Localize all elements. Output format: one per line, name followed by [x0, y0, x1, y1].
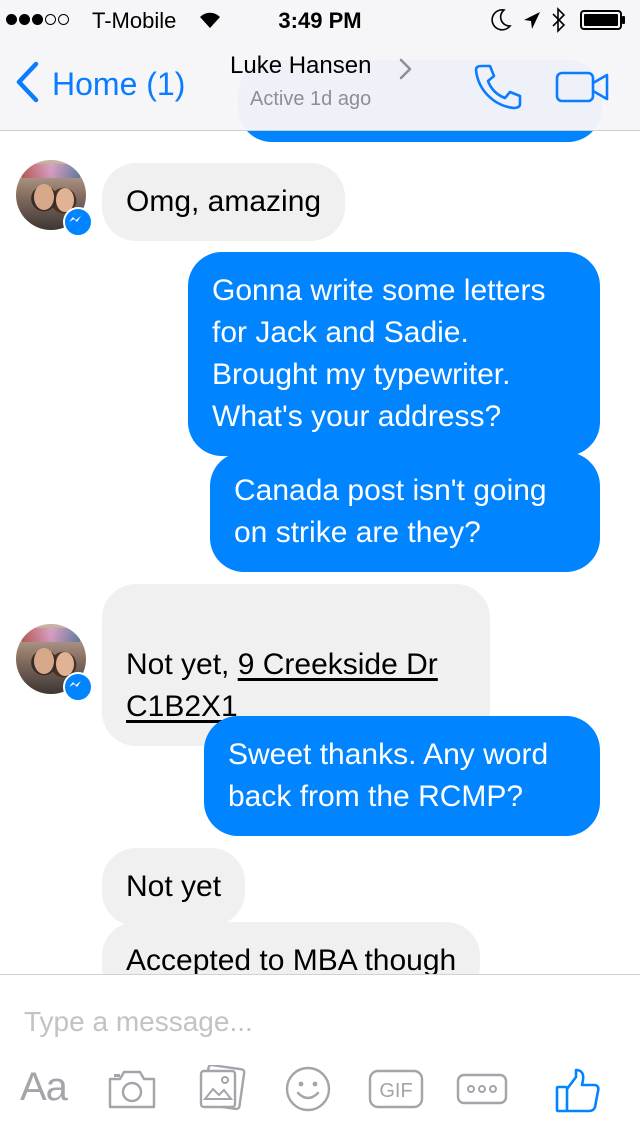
message-composer: Aa GIF — [0, 974, 640, 1137]
message-bubble-outgoing[interactable]: Canada post isn't going on strike are th… — [210, 452, 600, 572]
bluetooth-icon — [550, 6, 568, 40]
thumbs-up-icon — [555, 1068, 600, 1113]
contact-active-status: Active 1d ago — [250, 88, 372, 110]
text-format-label: Aa — [20, 1065, 68, 1109]
photos-button[interactable] — [196, 1063, 248, 1118]
address-link[interactable]: C1B2X1 — [126, 690, 238, 723]
back-button-label: Home (1) — [52, 65, 186, 102]
do-not-disturb-icon — [490, 8, 512, 38]
chevron-right-icon — [398, 58, 412, 85]
conversation-header: Home (1) Luke Hansen Active 1d ago — [0, 40, 640, 131]
messenger-badge-icon — [63, 672, 93, 702]
message-bubble-outgoing[interactable]: Gonna write some letters for Jack and Sa… — [188, 252, 600, 456]
camera-button[interactable] — [106, 1067, 158, 1116]
video-camera-icon — [555, 71, 609, 103]
address-link[interactable]: 9 Creekside Dr — [238, 648, 438, 681]
clock: 3:49 PM — [278, 8, 362, 33]
message-bubble-incoming[interactable]: Accepted to MBA though — [102, 922, 481, 974]
video-call-button[interactable] — [555, 70, 611, 109]
chevron-left-icon — [14, 60, 40, 109]
camera-icon — [108, 1070, 156, 1109]
more-options-button[interactable] — [456, 1073, 508, 1110]
phone-icon — [474, 64, 522, 110]
smiley-face-icon — [285, 1066, 331, 1112]
gif-button[interactable]: GIF — [368, 1069, 424, 1114]
voice-call-button[interactable] — [472, 62, 524, 115]
gif-label: GIF — [379, 1080, 412, 1102]
status-bar: T-Mobile 3:49 PM — [0, 0, 640, 40]
message-text: Not yet, — [126, 648, 238, 681]
stickers-button[interactable] — [284, 1065, 332, 1118]
contact-name: Luke Hansen — [230, 52, 372, 79]
photos-icon — [199, 1063, 246, 1111]
message-bubble-incoming[interactable]: Not yet — [102, 848, 246, 926]
message-thread[interactable]: Omg, amazing Gonna write some letters fo… — [0, 0, 640, 974]
more-dots-icon — [456, 1073, 508, 1105]
back-button[interactable]: Home (1) — [14, 60, 186, 109]
location-arrow-icon — [522, 9, 542, 37]
message-bubble-outgoing[interactable]: Sweet thanks. Any word back from the RCM… — [204, 716, 600, 836]
message-input[interactable] — [22, 995, 586, 1049]
gif-icon: GIF — [368, 1069, 424, 1109]
battery-icon — [580, 10, 626, 30]
text-format-button[interactable]: Aa — [20, 1065, 68, 1110]
like-button[interactable] — [554, 1067, 602, 1120]
messenger-badge-icon — [63, 207, 93, 237]
message-bubble-incoming[interactable]: Omg, amazing — [102, 163, 346, 241]
